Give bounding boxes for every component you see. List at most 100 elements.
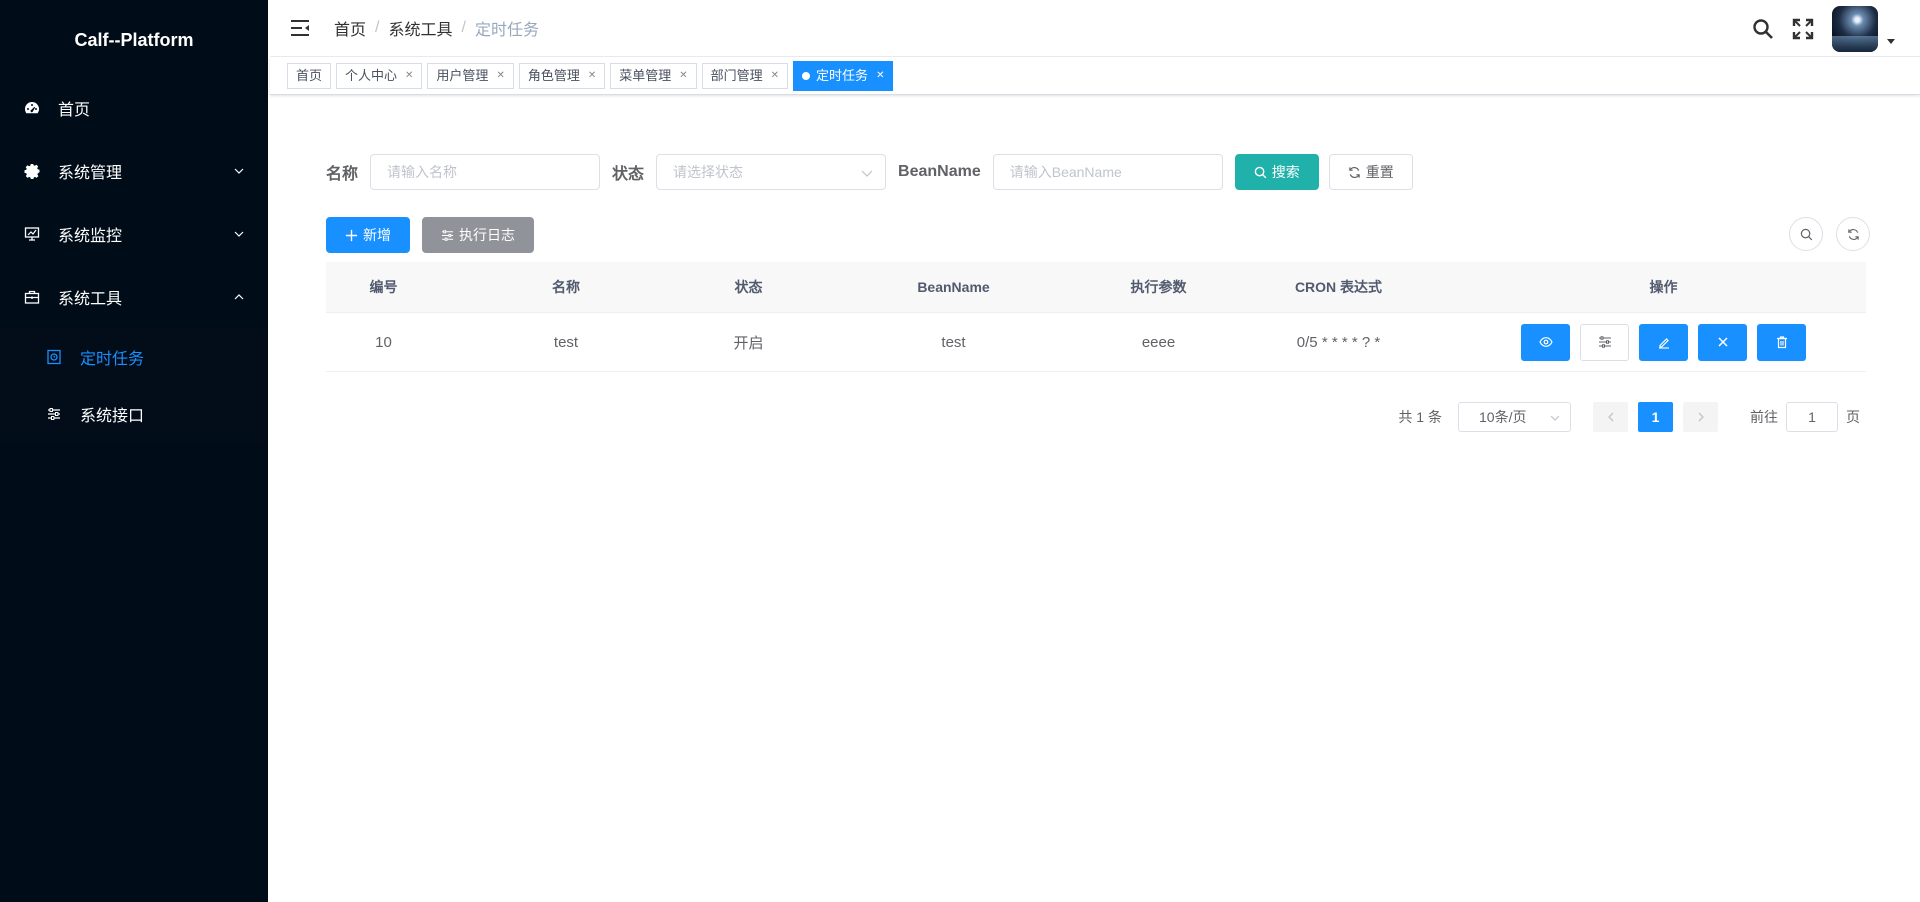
monitor-icon <box>24 226 40 242</box>
toolbox-icon <box>24 289 40 305</box>
close-icon[interactable]: ✕ <box>405 63 413 89</box>
status-select-placeholder: 请选择状态 <box>673 164 744 180</box>
refresh-table-button[interactable] <box>1836 217 1870 251</box>
prev-page-button[interactable] <box>1593 402 1628 432</box>
page-size-select[interactable]: 10条/页 <box>1458 402 1571 432</box>
tab-home[interactable]: 首页 <box>287 62 332 89</box>
execution-log-button-label: 执行日志 <box>459 227 515 243</box>
stop-button[interactable] <box>1698 323 1747 361</box>
log-button[interactable] <box>1580 323 1629 361</box>
breadcrumb: 首页 / 系统工具 / 定时任务 <box>334 16 539 40</box>
column-header-name: 名称 <box>552 279 580 295</box>
name-input[interactable] <box>370 154 601 190</box>
app-logo-title: Calf--Platform <box>74 29 194 50</box>
table-row: 10 test 开启 test eeee 0/5 * * * * ? * <box>326 313 1866 372</box>
sidebar-item-scheduled-jobs[interactable]: 定时任务 <box>0 328 268 385</box>
trash-icon <box>1776 336 1787 349</box>
sidebar-item-label: 系统管理 <box>58 164 123 182</box>
column-header-status: 状态 <box>734 279 763 295</box>
table-header-row: 编号 名称 状态 BeanName 执行参数 CRON 表达式 操作 <box>326 262 1866 313</box>
cell-cron: 0/5 * * * * ? * <box>1296 333 1381 351</box>
sidebar-item-system-monitor[interactable]: 系统监控 <box>0 202 268 265</box>
tab-user-management[interactable]: 用户管理 ✕ <box>427 62 514 89</box>
tab-label: 个人中心 <box>345 67 398 83</box>
tab-dept-management[interactable]: 部门管理 ✕ <box>701 62 789 89</box>
reset-button-label: 重置 <box>1365 164 1394 180</box>
sidebar-item-home[interactable]: 首页 <box>0 76 268 139</box>
submenu-system-tools: 定时任务 系统接口 <box>0 328 268 442</box>
page-jumper: 前往 页 <box>1750 402 1860 432</box>
close-icon <box>1717 337 1728 347</box>
edit-button[interactable] <box>1639 323 1688 361</box>
tags-view: 首页 个人中心 ✕ 用户管理 ✕ 角色管理 ✕ 菜单管理 ✕ 部门管理 ✕ 定时… <box>270 57 1920 95</box>
search-icon[interactable] <box>1752 18 1774 40</box>
close-icon[interactable]: ✕ <box>588 63 596 89</box>
breadcrumb-home[interactable]: 首页 <box>334 16 366 40</box>
search-button-label: 搜索 <box>1271 164 1300 180</box>
cell-id: 10 <box>375 333 392 351</box>
status-label: 状态 <box>612 166 645 183</box>
goto-prefix: 前往 <box>1750 409 1778 425</box>
table-toolbar: 新增 执行日志 <box>326 217 546 253</box>
refresh-icon <box>1348 166 1360 178</box>
breadcrumb-separator: / <box>375 19 380 36</box>
next-page-button[interactable] <box>1683 402 1718 432</box>
sidebar-item-label: 系统监控 <box>58 227 123 245</box>
hamburger-icon[interactable] <box>290 19 310 37</box>
delete-button[interactable] <box>1757 323 1806 361</box>
execution-log-button[interactable]: 执行日志 <box>422 217 534 253</box>
main-content: 名称 状态 请选择状态 BeanName 搜索 重置 新增 执行日志 <box>270 95 1920 902</box>
jobs-table: 编号 名称 状态 BeanName 执行参数 CRON 表达式 操作 10 te… <box>326 262 1866 372</box>
toggle-search-button[interactable] <box>1789 217 1823 251</box>
avatar[interactable] <box>1832 6 1878 52</box>
column-header-id: 编号 <box>369 279 398 295</box>
close-icon[interactable]: ✕ <box>679 63 687 89</box>
tab-profile[interactable]: 个人中心 ✕ <box>336 62 423 89</box>
beanname-input[interactable] <box>992 154 1223 190</box>
status-select[interactable]: 请选择状态 <box>656 154 887 190</box>
breadcrumb-system-tools[interactable]: 系统工具 <box>388 16 452 40</box>
tab-label: 部门管理 <box>710 67 763 83</box>
fullscreen-icon[interactable] <box>1792 18 1814 40</box>
breadcrumb-current: 定时任务 <box>474 22 539 39</box>
search-icon <box>1800 228 1812 240</box>
sidebar-item-system-tools[interactable]: 系统工具 <box>0 265 268 328</box>
sidebar-item-system-api[interactable]: 系统接口 <box>0 385 268 442</box>
tab-scheduled-jobs[interactable]: 定时任务 ✕ <box>793 60 894 91</box>
job-icon <box>46 349 62 365</box>
cell-actions <box>1461 323 1866 361</box>
tab-menu-management[interactable]: 菜单管理 ✕ <box>610 62 697 89</box>
page-number-button[interactable]: 1 <box>1638 402 1673 432</box>
close-icon[interactable]: ✕ <box>496 63 504 89</box>
add-button[interactable]: 新增 <box>326 217 410 253</box>
column-header-beanname: BeanName <box>917 279 990 295</box>
reset-button[interactable]: 重置 <box>1328 154 1413 190</box>
cell-beanname: test <box>941 333 966 351</box>
cell-params: eeee <box>1141 333 1176 351</box>
tab-label: 用户管理 <box>436 67 489 83</box>
chevron-down-icon <box>234 231 244 237</box>
add-button-label: 新增 <box>363 227 391 243</box>
close-icon[interactable]: ✕ <box>876 63 884 89</box>
search-form: 名称 状态 请选择状态 BeanName 搜索 重置 <box>326 154 1413 190</box>
caret-down-icon[interactable] <box>1886 36 1896 46</box>
beanname-label: BeanName <box>898 163 981 180</box>
close-icon[interactable]: ✕ <box>771 63 779 89</box>
column-header-params: 执行参数 <box>1130 279 1187 295</box>
search-button[interactable]: 搜索 <box>1234 154 1319 190</box>
sidebar-item-system-management[interactable]: 系统管理 <box>0 139 268 202</box>
pagination: 共 1 条 10条/页 1 前往 页 <box>1398 402 1860 432</box>
refresh-icon <box>1847 228 1859 240</box>
sidebar-item-label: 定时任务 <box>80 350 145 368</box>
sidebar: Calf--Platform 首页 系统管理 系统监控 系统工具 定时任务 系统… <box>0 0 268 902</box>
dashboard-icon <box>24 100 40 116</box>
name-label: 名称 <box>326 166 359 183</box>
goto-page-input[interactable] <box>1786 402 1838 432</box>
table-right-tools <box>1776 217 1870 251</box>
edit-icon <box>1658 338 1669 349</box>
sliders-icon <box>46 406 62 422</box>
chevron-down-icon <box>234 168 244 174</box>
view-button[interactable] <box>1521 323 1570 361</box>
tab-role-management[interactable]: 角色管理 ✕ <box>518 62 606 89</box>
chevron-up-icon <box>234 293 244 299</box>
